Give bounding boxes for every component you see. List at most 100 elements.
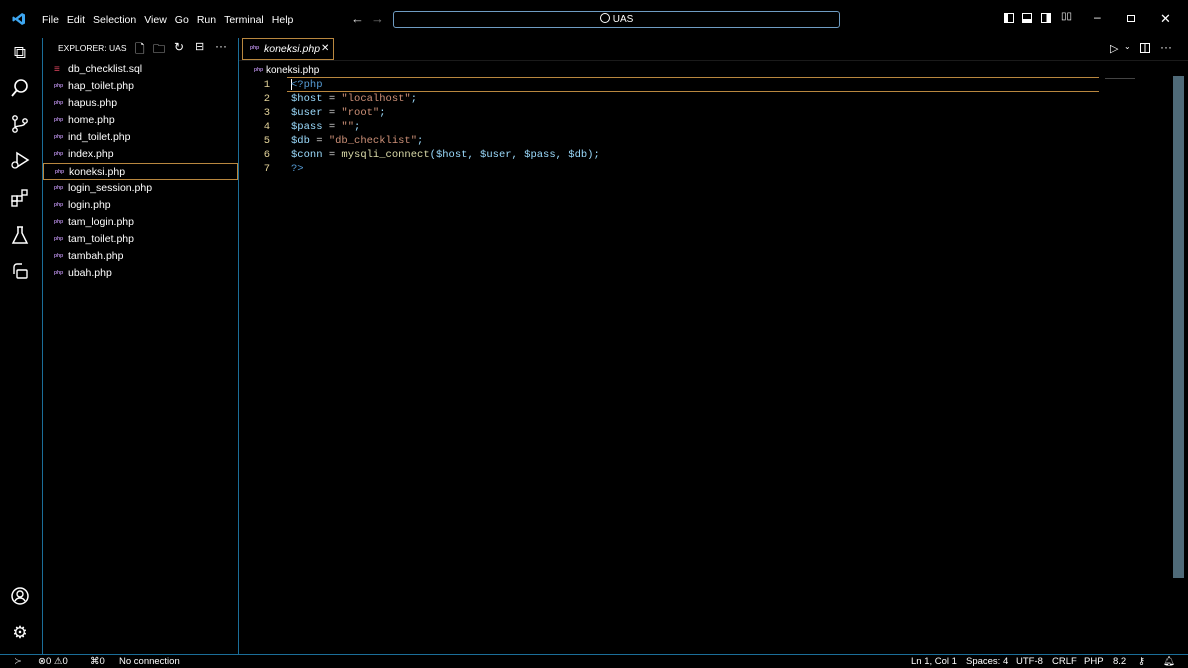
ports-count: 0 [99,656,105,667]
menu-run[interactable]: Run [193,14,220,26]
refresh-icon[interactable]: ↻ [174,40,184,54]
minimize-icon[interactable]: – [1094,10,1101,24]
back-arrow-icon[interactable]: ← [351,11,364,26]
new-folder-icon[interactable]: 🗀 [153,40,165,61]
customize-layout-icon[interactable]: ▯▯ [1061,11,1072,22]
menu-file[interactable]: File [38,14,63,26]
file-name: index.php [68,148,114,160]
minimap[interactable] [1105,78,1135,86]
list-item-selected[interactable]: ᵖʰᵖ koneksi.php [43,163,238,180]
list-item[interactable]: ᵖʰᵖ index.php [43,146,238,163]
end-of-line[interactable]: CRLF [1052,655,1077,668]
list-item[interactable]: ᵖʰᵖ tam_toilet.php [43,231,238,248]
menu-go[interactable]: Go [171,14,193,26]
source-control-icon[interactable] [9,114,31,136]
menu-selection[interactable]: Selection [89,14,140,26]
file-name: tam_login.php [68,216,134,228]
run-debug-icon[interactable] [9,150,31,172]
cursor-position[interactable]: Ln 1, Col 1 [911,655,957,668]
warning-count: 0 [62,656,68,667]
tab-koneksi[interactable]: ᵖʰᵖ koneksi.php ✕ [242,38,334,60]
toggle-secondary-sidebar-icon[interactable] [1041,13,1051,23]
remote-icon[interactable]: ≻ [14,655,22,668]
vscode-logo-icon [12,12,26,26]
notifications-icon[interactable]: 🔔︎ [1163,655,1175,668]
menu-bar: File Edit Selection View Go Run Terminal… [38,14,297,26]
list-item[interactable]: ᵖʰᵖ hap_toilet.php [43,78,238,95]
forward-arrow-icon[interactable]: → [371,11,384,26]
file-name: login.php [68,199,111,211]
key-icon[interactable]: ⚷ [1138,655,1145,668]
maximize-icon[interactable] [1127,15,1135,22]
vertical-scrollbar[interactable] [1173,76,1184,578]
line-number: 4 [263,121,270,133]
toggle-primary-sidebar-icon[interactable] [1004,13,1014,23]
code-line: $user = "root"; [291,107,386,119]
menu-help[interactable]: Help [268,14,298,26]
run-icon[interactable]: ▷ [1110,42,1118,55]
ports-indicator[interactable]: ⌘0 [90,655,105,668]
toggle-panel-icon[interactable] [1022,13,1032,23]
php-file-icon: ᵖʰᵖ [54,218,64,227]
line-number: 3 [263,107,270,119]
list-item[interactable]: ᵖʰᵖ home.php [43,112,238,129]
error-count: 0 [45,656,52,667]
new-file-icon[interactable]: 🗋 [135,40,145,61]
remote-explorer-icon[interactable] [9,261,31,283]
collapse-folders-icon[interactable]: ⊟ [195,40,204,53]
file-name: ubah.php [68,267,112,279]
list-item[interactable]: ᵖʰᵖ login_session.php [43,180,238,197]
php-file-icon: ᵖʰᵖ [254,66,264,75]
command-center-search[interactable]: UAS [393,11,840,28]
editor-tabs-border [239,60,1188,61]
menu-terminal[interactable]: Terminal [220,14,268,26]
list-item[interactable]: ᵖʰᵖ login.php [43,197,238,214]
file-name: hap_toilet.php [68,80,134,92]
testing-icon[interactable] [9,225,31,247]
connection-status[interactable]: No connection [119,655,180,668]
list-item[interactable]: ᵖʰᵖ ubah.php [43,265,238,282]
menu-view[interactable]: View [140,14,171,26]
list-item[interactable]: ᵖʰᵖ tambah.php [43,248,238,265]
database-icon: ≡ [54,64,60,75]
php-file-icon: ᵖʰᵖ [55,168,65,177]
encoding[interactable]: UTF-8 [1016,655,1043,668]
split-editor-icon[interactable] [1140,43,1150,53]
code-line: $pass = ""; [291,121,361,133]
explorer-icon[interactable]: ⧉ [9,42,31,64]
extensions-icon[interactable] [9,188,31,210]
php-file-icon: ᵖʰᵖ [54,133,64,142]
more-actions-icon[interactable]: ··· [215,39,227,53]
list-item[interactable]: ᵖʰᵖ ind_toilet.php [43,129,238,146]
accounts-icon[interactable] [9,586,31,608]
sidebar-border [238,38,239,654]
breadcrumb[interactable]: ᵖʰᵖ koneksi.php [254,65,319,76]
problems-indicator[interactable]: ⊗0 ⚠0 [38,655,68,668]
language-mode[interactable]: PHP [1084,655,1104,668]
gear-icon[interactable]: ⚙ [9,622,31,644]
php-file-icon: ᵖʰᵖ [54,150,64,159]
php-file-icon: ᵖʰᵖ [250,44,260,53]
search-view-icon[interactable] [9,78,31,100]
chevron-down-icon[interactable]: ⌄ [1124,42,1131,51]
php-file-icon: ᵖʰᵖ [54,82,64,91]
php-version[interactable]: 8.2 [1113,655,1126,668]
line-number: 6 [263,149,270,161]
code-line: $conn = mysqli_connect($host, $user, $pa… [291,149,600,161]
indentation[interactable]: Spaces: 4 [966,655,1008,668]
list-item[interactable]: ᵖʰᵖ tam_login.php [43,214,238,231]
tab-label: koneksi.php [264,43,321,55]
close-icon[interactable]: ✕ [1160,11,1171,27]
list-item[interactable]: ᵖʰᵖ hapus.php [43,95,238,112]
line-number: 7 [263,163,270,175]
current-line-highlight [287,77,1099,92]
close-tab-icon[interactable]: ✕ [321,39,329,59]
editor-more-actions-icon[interactable]: ··· [1160,40,1172,54]
menu-edit[interactable]: Edit [63,14,89,26]
file-name: ind_toilet.php [68,131,131,143]
title-bar: File Edit Selection View Go Run Terminal… [0,0,1188,38]
code-line: <?php [291,79,323,91]
line-number: 2 [263,93,270,105]
list-item[interactable]: ≡ db_checklist.sql [43,61,238,78]
file-name: tambah.php [68,250,124,262]
